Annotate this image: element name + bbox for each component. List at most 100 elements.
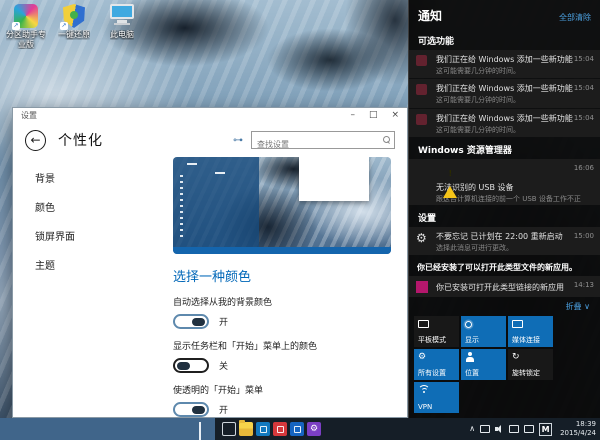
settings-sidebar: 背景 颜色 锁屏界面 主题 (13, 157, 163, 417)
desktop-icon-this-pc[interactable]: 此电脑 (102, 4, 142, 49)
quick-action-media-connect[interactable]: 媒体连接 (508, 316, 553, 347)
clock-time: 18:39 (560, 420, 596, 429)
notification-restart-scheduled[interactable]: ⚙ 不要忘记 已计划在 22:00 重新启动 选择此消息可进行更改。 15:00 (409, 227, 600, 255)
volume-icon[interactable] (495, 425, 504, 434)
toggle-transparent-start[interactable] (173, 402, 209, 417)
media-connect-icon (512, 319, 523, 330)
file-explorer-icon[interactable] (239, 422, 253, 436)
taskbar-search-box[interactable] (0, 418, 215, 440)
search-input[interactable] (252, 137, 394, 153)
toggle-label-transparent-start: 使透明的「开始」菜单 (173, 383, 389, 396)
tray-chevron-icon[interactable]: ∧ (469, 424, 475, 434)
sidebar-item-colors[interactable]: 颜色 (13, 192, 163, 221)
windows-update-icon (416, 114, 427, 125)
vpn-icon (418, 385, 430, 396)
app-square-icon (416, 281, 428, 293)
toggle-label-show-color: 显示任务栏和「开始」菜单上的颜色 (173, 339, 389, 352)
group-header-settings: 设置 (409, 206, 600, 227)
quick-action-display[interactable]: 显示 (461, 316, 506, 347)
group-header-explorer: Windows 资源管理器 (409, 138, 600, 159)
close-button[interactable]: × (391, 109, 399, 122)
new-app-banner: 你已经安装了可以打开此类型文件的新应用。 (409, 256, 600, 276)
color-preview-thumbnail (173, 157, 391, 254)
back-button[interactable]: ← (25, 130, 46, 151)
sidebar-item-background[interactable]: 背景 (13, 163, 163, 192)
system-tray: ∧ M 18:39 2015/4/24 (469, 420, 600, 439)
sidebar-item-lockscreen[interactable]: 锁屏界面 (13, 221, 163, 250)
notification-windows-features-2[interactable]: 我们正在给 Windows 添加一些新功能 这可能需要几分钟的时间。 15:04 (409, 79, 600, 107)
toggle-show-color[interactable] (173, 358, 209, 373)
desktop-icon-label: 此电脑 (110, 30, 134, 40)
notification-time: 14:13 (574, 281, 594, 289)
sidebar-item-themes[interactable]: 主题 (13, 250, 163, 279)
group-header-optional-features: 可选功能 (409, 29, 600, 50)
rotation-lock-icon: ↻ (512, 352, 520, 363)
quick-action-rotation-lock[interactable]: ↻ 旋转锁定 (508, 349, 553, 380)
taskbar-app-icons: ⚙ (222, 422, 321, 436)
taskbar: ⚙ ∧ M 18:39 2015/4/24 (0, 418, 600, 440)
warning-icon (443, 167, 457, 198)
desktop-icon-partition-app[interactable]: ↗ 分区助手专业版 (6, 4, 46, 49)
toggle-label-auto-accent: 自动选择从我的背景颜色 (173, 295, 389, 308)
shortcut-arrow-icon: ↗ (60, 22, 68, 30)
task-view-button[interactable] (222, 422, 236, 436)
desktop-icon-label: 一键还原 (58, 30, 90, 40)
settings-content: 选择一种颜色 自动选择从我的背景颜色 开 显示任务栏和「开始」菜单上的颜色 关 … (163, 157, 407, 417)
store-app-icon[interactable] (256, 422, 270, 436)
desktop-icon-restore-app[interactable]: ↗ 一键还原 (54, 4, 94, 49)
quick-action-location[interactable]: 位置 (461, 349, 506, 380)
settings-window: 设置 – □ × ← 个性化 ⊶ 背景 颜色 锁屏界面 主题 (12, 107, 408, 418)
action-center-panel: 通知 全部清除 可选功能 我们正在给 Windows 添加一些新功能 这可能需要… (408, 0, 600, 418)
location-icon (465, 352, 474, 363)
this-pc-icon (110, 4, 134, 28)
desktop: ↗ 分区助手专业版 ↗ 一键还原 此电脑 设置 – □ × ← 个性化 ⊶ (0, 0, 600, 440)
preview-flyout-window (299, 157, 369, 201)
microphone-icon[interactable] (199, 422, 208, 436)
notification-time: 15:04 (574, 84, 594, 92)
taskbar-clock[interactable]: 18:39 2015/4/24 (557, 420, 596, 439)
preview-start-menu (173, 157, 259, 247)
shortcut-arrow-icon: ↗ (12, 22, 20, 30)
maximize-button[interactable]: □ (369, 109, 378, 122)
gear-icon: ⚙ (418, 352, 426, 363)
blue-app-icon[interactable] (290, 422, 304, 436)
quick-action-vpn[interactable]: VPN (414, 382, 459, 413)
notification-time: 16:06 (574, 164, 594, 172)
desktop-icon-area: ↗ 分区助手专业版 ↗ 一键还原 此电脑 (6, 4, 142, 49)
toggle-state-label: 开 (219, 315, 228, 328)
quick-action-all-settings[interactable]: ⚙ 所有设置 (414, 349, 459, 380)
clock-date: 2015/4/24 (560, 429, 596, 438)
notification-time: 15:04 (574, 114, 594, 122)
preview-taskbar (173, 247, 391, 254)
toggle-state-label: 关 (219, 359, 228, 372)
ime-indicator[interactable]: M (539, 423, 552, 436)
collapse-button[interactable]: 折叠 ∨ (409, 298, 600, 316)
action-center-icon[interactable] (524, 425, 534, 433)
notification-windows-features-1[interactable]: 我们正在给 Windows 添加一些新功能 这可能需要几分钟的时间。 15:04 (409, 50, 600, 78)
quick-action-tablet-mode[interactable]: 平板模式 (414, 316, 459, 347)
brightness-icon (465, 319, 472, 330)
settings-app-icon[interactable]: ⚙ (307, 422, 321, 436)
network-icon[interactable] (480, 425, 490, 433)
notification-time: 15:04 (574, 55, 594, 63)
page-title: 个性化 (58, 130, 103, 150)
clear-all-button[interactable]: 全部清除 (559, 12, 591, 23)
notification-new-link-app[interactable]: 你已安装可打开此类型链接的新应用 14:13 (409, 276, 600, 297)
tablet-mode-icon (418, 319, 429, 330)
settings-search-box[interactable] (251, 131, 395, 149)
minimize-button[interactable]: – (350, 109, 355, 122)
notification-windows-features-3[interactable]: 我们正在给 Windows 添加一些新功能 这可能需要几分钟的时间。 15:04 (409, 109, 600, 137)
gear-icon: ⚙ (416, 232, 427, 244)
touch-keyboard-icon[interactable] (509, 425, 519, 433)
action-center-title: 通知 (418, 7, 442, 24)
notification-usb-device[interactable]: 无法识别的 USB 设备 跟这台计算机连接的前一个 USB 设备工作不正 16:… (409, 159, 600, 205)
search-icon (383, 136, 390, 143)
red-app-icon[interactable] (273, 422, 287, 436)
notification-time: 15:00 (574, 232, 594, 240)
toggle-auto-accent[interactable] (173, 314, 209, 329)
pin-icon[interactable]: ⊶ (233, 135, 243, 146)
quick-actions-grid: 平板模式 显示 媒体连接 ⚙ 所有设置 位置 ↻ 旋转锁定 (409, 316, 600, 418)
window-title: 设置 (21, 110, 37, 121)
windows-update-icon (416, 84, 427, 95)
chevron-down-icon: ∨ (584, 302, 590, 311)
